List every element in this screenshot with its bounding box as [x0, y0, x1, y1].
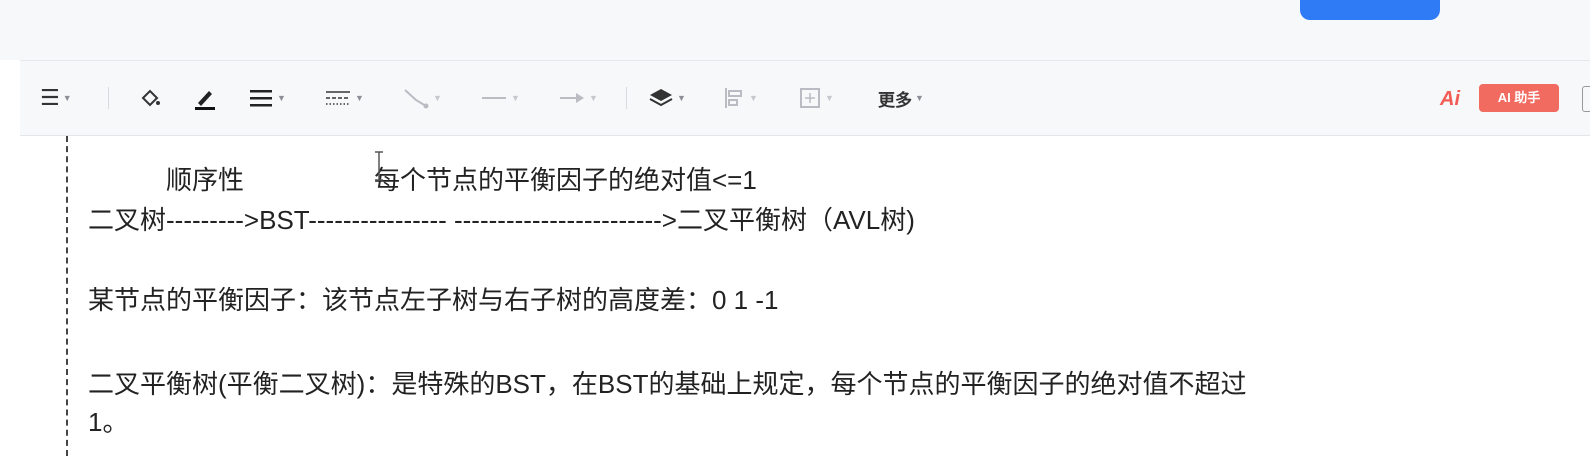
line-style-dropdown[interactable]: ▼ [324, 81, 364, 115]
text-cursor-icon [374, 150, 383, 190]
arrow-style-dropdown[interactable]: ▼ [558, 81, 598, 115]
more-label: 更多 [878, 90, 912, 110]
align-objects-dropdown[interactable]: ▼ [722, 81, 758, 115]
chevron-down-icon: ▼ [433, 92, 442, 103]
chevron-down-icon: ▼ [915, 92, 924, 103]
ai-logo-icon: Ai [1440, 88, 1460, 110]
fill-color-icon [141, 89, 160, 107]
connector-dropdown[interactable]: ▼ [402, 81, 442, 115]
line-style-icon [326, 91, 350, 105]
line-icon [482, 97, 506, 99]
chevron-down-icon: ▼ [277, 92, 286, 103]
line-color-button[interactable] [192, 81, 218, 115]
connector-icon [404, 89, 429, 109]
document-editor[interactable]: 顺序性 每个节点的平衡因子的绝对值<=1 二叉树--------->BST---… [66, 136, 1568, 456]
format-toolbar: ☰ ▼ ▼ ▼ ▼ ▼ ▼ ▼ ▼ ▼ 更多 ▼ Ai AI 助手 [20, 60, 1590, 136]
text-line-4: 二叉平衡树(平衡二叉树)：是特殊的BST，在BST的基础上规定，每个节点的平衡因… [88, 369, 1247, 399]
text-line-2: 二叉树--------->BST---------------- -------… [88, 205, 915, 235]
line-type-dropdown[interactable]: ▼ [480, 81, 520, 115]
align-objects-icon [725, 88, 742, 108]
ai-assistant-button[interactable]: AI 助手 [1479, 84, 1559, 112]
line-color-icon [195, 91, 215, 110]
app-header [0, 0, 1590, 60]
chevron-down-icon: ▼ [511, 92, 520, 103]
more-menu[interactable]: 更多 ▼ [878, 81, 924, 115]
layers-icon [649, 89, 673, 107]
text-line-5: 1。 [88, 407, 129, 437]
arrow-icon [560, 93, 584, 103]
fill-color-button[interactable] [138, 81, 162, 115]
size-icon [800, 88, 820, 108]
panel-toggle-button[interactable] [1582, 86, 1590, 112]
layers-dropdown[interactable]: ▼ [648, 81, 686, 115]
chevron-down-icon: ▼ [589, 92, 598, 103]
primary-action-button[interactable] [1300, 0, 1440, 20]
toolbar-divider [626, 87, 627, 109]
align-dropdown[interactable]: ☰ ▼ [40, 81, 72, 115]
line-width-dropdown[interactable]: ▼ [248, 81, 286, 115]
text-line-3: 某节点的平衡因子：该节点左子树与右子树的高度差：0 1 -1 [88, 285, 779, 315]
align-icon: ☰ [40, 85, 60, 110]
chevron-down-icon: ▼ [749, 92, 758, 103]
chevron-down-icon: ▼ [677, 92, 686, 103]
chevron-down-icon: ▼ [825, 92, 834, 103]
chevron-down-icon: ▼ [62, 92, 72, 103]
size-dropdown[interactable]: ▼ [798, 81, 834, 115]
text-line-1: 顺序性 每个节点的平衡因子的绝对值<=1 [88, 165, 757, 195]
line-width-icon [250, 90, 272, 107]
chevron-down-icon: ▼ [355, 92, 364, 103]
toolbar-divider [108, 87, 109, 109]
